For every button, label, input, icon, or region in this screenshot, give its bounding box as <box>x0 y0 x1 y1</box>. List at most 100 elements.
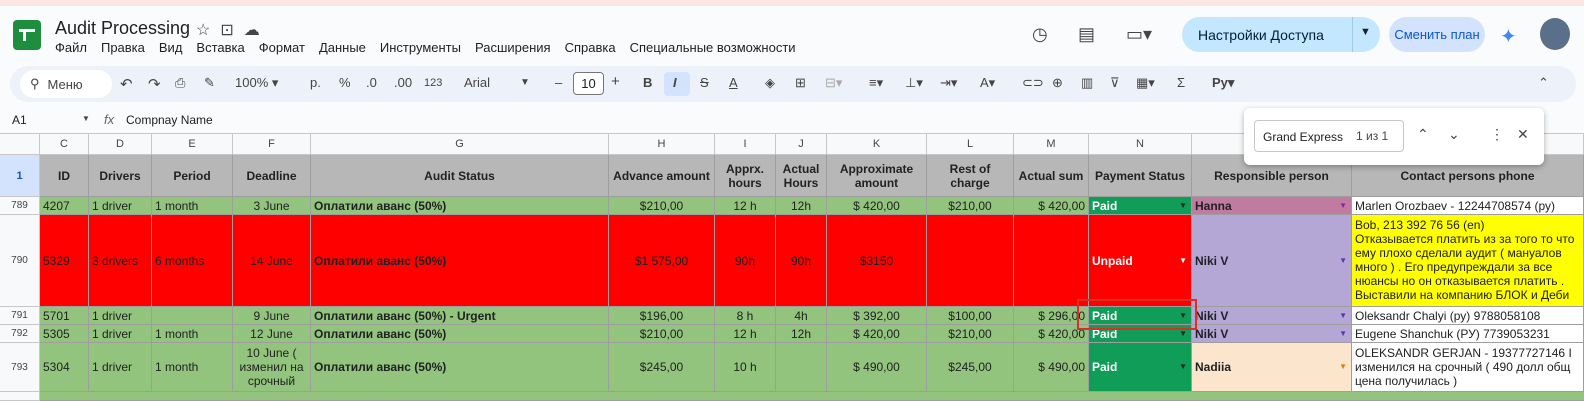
column-header-c[interactable]: C <box>40 134 89 155</box>
responsible-person-chip[interactable]: Niki V ▼ <box>1192 307 1352 325</box>
move-folder-icon[interactable]: ⊡ <box>220 20 233 40</box>
cell-advance[interactable]: $1 575,00 <box>609 215 715 307</box>
column-header-f[interactable]: F <box>233 134 311 155</box>
row-header[interactable]: 1 <box>0 155 40 197</box>
column-header-i[interactable]: I <box>715 134 776 155</box>
insert-comment-icon[interactable]: ⊕ <box>1052 75 1063 91</box>
vertical-align-icon[interactable]: ⊥▾ <box>905 75 923 91</box>
row-header[interactable] <box>0 392 40 401</box>
payment-status-chip[interactable]: Paid ▼ <box>1089 325 1192 343</box>
cell-apprx-hours[interactable]: 12 h <box>715 325 776 343</box>
strikethrough-icon[interactable]: S <box>700 75 709 90</box>
cell-advance[interactable]: $210,00 <box>609 325 715 343</box>
gemini-icon[interactable]: ✦ <box>1500 24 1517 49</box>
find-next-icon[interactable]: ⌄ <box>1448 126 1460 143</box>
cell-actual-sum[interactable]: $ 420,00 <box>1014 197 1089 215</box>
horizontal-align-icon[interactable]: ≡▾ <box>869 75 883 91</box>
header-cell-deadline[interactable]: Deadline <box>233 155 311 197</box>
header-cell-actual-sum[interactable]: Actual sum <box>1014 155 1089 197</box>
cell-deadline[interactable]: 14 June <box>233 215 311 307</box>
star-icon[interactable]: ☆ <box>196 20 210 40</box>
zoom-select[interactable]: 100% ▾ <box>235 75 278 91</box>
dropdown-arrow-icon[interactable]: ▼ <box>1179 327 1187 341</box>
currency-format-button[interactable]: р. <box>310 75 321 90</box>
change-plan-button[interactable]: Сменить план <box>1389 17 1485 52</box>
responsible-person-chip[interactable]: Niki V ▼ <box>1192 215 1352 307</box>
share-button[interactable]: Настройки Доступа ▼ <box>1182 17 1380 52</box>
cell-id[interactable]: 4207 <box>40 197 89 215</box>
cell-id[interactable]: 5329 <box>40 215 89 307</box>
filter-icon[interactable]: ⊽ <box>1110 75 1120 91</box>
cell-apprx-hours[interactable]: 8 h <box>715 307 776 325</box>
cell-actual-hours[interactable]: 12h <box>776 325 827 343</box>
formula-input[interactable]: Compnay Name <box>126 113 213 127</box>
find-more-options-icon[interactable]: ⋮ <box>1490 126 1504 143</box>
cell-id[interactable]: 5305 <box>40 325 89 343</box>
redo-icon[interactable]: ↷ <box>148 75 161 93</box>
row-header[interactable]: 790 <box>0 215 40 307</box>
column-header-n[interactable]: N <box>1089 134 1192 155</box>
find-previous-icon[interactable]: ⌃ <box>1417 126 1429 143</box>
menu-tools[interactable]: Инструменты <box>380 40 461 55</box>
menu-data[interactable]: Данные <box>319 40 366 55</box>
font-dropdown-icon[interactable]: ▼ <box>520 77 530 88</box>
font-size-decrease-button[interactable]: – <box>555 75 562 90</box>
cell-drivers[interactable]: 1 driver <box>89 343 152 392</box>
dropdown-arrow-icon[interactable]: ▼ <box>1339 199 1347 213</box>
dropdown-arrow-icon[interactable]: ▼ <box>1179 309 1187 323</box>
menu-file[interactable]: Файл <box>55 40 87 55</box>
cell-drivers[interactable]: 1 driver <box>89 307 152 325</box>
cell-apprx-hours[interactable]: 90h <box>715 215 776 307</box>
font-select[interactable]: Arial <box>464 75 490 90</box>
menu-accessibility[interactable]: Специальные возможности <box>630 40 796 55</box>
document-title[interactable]: Audit Processing <box>55 18 190 39</box>
payment-status-chip[interactable]: Paid ▼ <box>1089 343 1192 392</box>
column-header-l[interactable]: L <box>927 134 1014 155</box>
find-close-icon[interactable]: ✕ <box>1517 126 1529 143</box>
payment-status-chip[interactable]: Paid ▼ <box>1089 197 1192 215</box>
cell-rest[interactable] <box>927 215 1014 307</box>
menu-format[interactable]: Формат <box>259 40 305 55</box>
header-cell-apprx-hours[interactable]: Apprx. hours <box>715 155 776 197</box>
cell-contact[interactable]: Eugene Shanchuk (РУ) 7739053231 <box>1352 325 1584 343</box>
cell-deadline[interactable]: 3 June <box>233 197 311 215</box>
cell-rest[interactable]: $100,00 <box>927 307 1014 325</box>
responsible-person-chip[interactable]: Niki V ▼ <box>1192 325 1352 343</box>
cell-advance[interactable]: $196,00 <box>609 307 715 325</box>
cell-period[interactable]: 1 month <box>152 325 233 343</box>
cell-period[interactable]: 6 months <box>152 215 233 307</box>
row-header[interactable]: 789 <box>0 197 40 215</box>
dropdown-arrow-icon[interactable]: ▼ <box>1179 254 1187 268</box>
insert-link-icon[interactable]: ⊂⊃ <box>1022 75 1044 91</box>
header-cell-approx-amount[interactable]: Approximate amount <box>827 155 927 197</box>
functions-icon[interactable]: Σ <box>1177 75 1185 90</box>
cell-id[interactable]: 5701 <box>40 307 89 325</box>
percent-format-button[interactable]: % <box>339 75 351 90</box>
cell-approx-amount[interactable]: $ 392,00 <box>827 307 927 325</box>
sheets-logo-icon[interactable] <box>13 20 41 50</box>
fill-color-icon[interactable]: ◈ <box>765 75 775 91</box>
cell-actual-hours[interactable] <box>776 343 827 392</box>
input-tools-icon[interactable]: Py▾ <box>1212 75 1234 91</box>
cell-period[interactable]: 1 month <box>152 197 233 215</box>
bold-icon[interactable]: B <box>643 75 652 90</box>
cell-drivers[interactable]: 1 driver <box>89 325 152 343</box>
select-all-corner[interactable] <box>0 134 40 155</box>
cell-actual-sum[interactable]: $ 490,00 <box>1014 343 1089 392</box>
dropdown-arrow-icon[interactable]: ▼ <box>1339 254 1347 268</box>
responsible-person-chip[interactable]: Hanna ▼ <box>1192 197 1352 215</box>
cloud-saved-icon[interactable]: ☁ <box>244 20 260 40</box>
payment-status-chip[interactable]: Unpaid ▼ <box>1089 215 1192 307</box>
table-row[interactable] <box>40 392 1584 401</box>
history-icon[interactable]: ◷ <box>1032 24 1048 45</box>
meet-video-icon[interactable]: ▭▾ <box>1126 24 1152 45</box>
italic-icon[interactable]: I <box>673 75 677 90</box>
avatar[interactable] <box>1540 18 1570 50</box>
column-header-d[interactable]: D <box>89 134 152 155</box>
cell-actual-sum[interactable] <box>1014 215 1089 307</box>
header-cell-advance[interactable]: Advance amount <box>609 155 715 197</box>
cell-actual-sum[interactable]: $ 296,00 <box>1014 307 1089 325</box>
header-cell-payment-status[interactable]: Payment Status <box>1089 155 1192 197</box>
cell-approx-amount[interactable]: $ 420,00 <box>827 197 927 215</box>
cell-advance[interactable]: $210,00 <box>609 197 715 215</box>
